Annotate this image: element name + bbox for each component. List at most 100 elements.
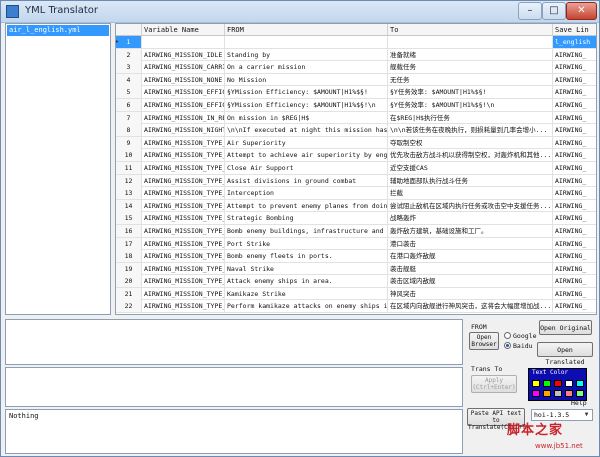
maximize-button[interactable]: □ [542, 2, 566, 20]
to-cell[interactable]: \n\n若该任务在夜晚执行，则损耗量到几率会增小... [388, 124, 553, 137]
save-line-cell[interactable]: AIRWING_ [553, 175, 596, 187]
to-cell[interactable]: 轰炸敌方建筑，基础设施和工厂。 [388, 224, 553, 237]
translation-table[interactable]: Variable Name FROM To Save Lin 1▶ l_engli… [115, 23, 597, 315]
save-line-cell[interactable]: AIRWING_ [553, 200, 596, 212]
google-radio[interactable] [504, 332, 511, 339]
table-row[interactable]: 22AIRWING_MISSION_TYPE_...Perform kamika… [116, 300, 596, 314]
color-swatch[interactable] [576, 380, 584, 387]
from-cell[interactable]: Strategic Bombing [225, 212, 388, 225]
to-cell[interactable]: 舰载任务 [388, 61, 553, 74]
to-cell[interactable]: 优先攻击敌方战斗机以获得制空权，对轰炸机和其他... [388, 149, 553, 162]
from-cell[interactable]: Bomb enemy buildings, infrastructure and… [225, 224, 388, 237]
color-swatch[interactable] [532, 380, 540, 387]
save-line-cell[interactable]: AIRWING_ [553, 288, 596, 300]
variable-name-cell[interactable]: AIRWING_MISSION_TYPE_... [142, 187, 225, 200]
table-row[interactable]: 18AIRWING_MISSION_TYPE_...Bomb enemy fle… [116, 250, 596, 263]
variable-name-cell[interactable]: AIRWING_MISSION_TYPE_... [142, 199, 225, 212]
to-cell[interactable]: 拦截 [388, 187, 553, 200]
table-row[interactable]: 7AIRWING_MISSION_IN_RE...On mission in $… [116, 111, 596, 125]
table-row[interactable]: 10AIRWING_MISSION_TYPE_...Attempt to ach… [116, 149, 596, 162]
to-cell[interactable]: 神风突击 [388, 287, 553, 300]
from-cell[interactable]: Attempt to achieve air superiority by en… [225, 149, 388, 162]
save-line-cell[interactable]: AIRWING_ [553, 99, 596, 111]
table-row[interactable]: 20AIRWING_MISSION_TYPE_...Attack enemy s… [116, 275, 596, 288]
variable-name-cell[interactable]: AIRWING_MISSION_TYPE_... [142, 149, 225, 162]
save-line-cell[interactable]: AIRWING_ [553, 300, 596, 312]
variable-name-cell[interactable]: AIRWING_MISSION_TYPE_... [142, 136, 225, 149]
to-text-area[interactable] [5, 367, 463, 407]
variable-name-cell[interactable]: AIRWING_MISSION_TYPE_CAS [142, 161, 225, 174]
variable-name-cell[interactable]: AIRWING_MISSION_IN_RE... [142, 111, 225, 124]
save-line-cell[interactable]: l_english [553, 36, 596, 48]
save-line-cell[interactable]: AIRWING_ [553, 112, 596, 124]
to-cell[interactable]: 近空支援CAS [388, 161, 553, 174]
header-save-line[interactable]: Save Lin [553, 24, 596, 36]
open-translated-button[interactable]: Open Translated [537, 342, 593, 366]
from-cell[interactable]: Naval Strike [225, 262, 388, 275]
from-cell[interactable]: Air Superiority [225, 136, 388, 149]
color-swatch[interactable] [543, 390, 551, 397]
from-cell[interactable]: Close Air Support [225, 161, 388, 174]
header-num[interactable] [116, 24, 142, 36]
table-row[interactable]: 8AIRWING_MISSION_NIGHT...\n\nIf executed… [116, 124, 596, 137]
to-cell[interactable]: 无任务 [388, 73, 553, 86]
save-line-cell[interactable]: AIRWING_ [553, 225, 596, 237]
from-cell[interactable]: Kamikaze Strike [225, 287, 388, 300]
save-line-cell[interactable]: AIRWING_ [553, 212, 596, 224]
to-cell[interactable]: 港口袭击 [388, 237, 553, 250]
variable-name-cell[interactable]: AIRWING_MISSION_TYPE_... [142, 262, 225, 275]
variable-name-cell[interactable]: AIRWING_MISSION_EFFIC... [142, 86, 225, 99]
to-cell[interactable]: §Y任务效率: $AMOUNT|H1%$§! [388, 86, 553, 99]
table-row[interactable]: 13AIRWING_MISSION_TYPE_...Interception拦截… [116, 187, 596, 200]
save-line-cell[interactable]: AIRWING_ [553, 137, 596, 149]
table-row[interactable]: 15AIRWING_MISSION_TYPE_...Strategic Bomb… [116, 212, 596, 225]
from-cell[interactable]: No Mission [225, 73, 388, 86]
minimize-button[interactable]: – [518, 2, 542, 20]
to-cell[interactable]: 袭击区域内敌舰 [388, 275, 553, 288]
from-cell[interactable]: Bomb enemy fleets in ports. [225, 250, 388, 263]
color-swatch[interactable] [543, 380, 551, 387]
to-cell[interactable]: 在$REG|H$执行任务 [388, 111, 553, 124]
variable-name-cell[interactable] [142, 36, 225, 48]
from-cell[interactable] [225, 36, 388, 48]
from-cell[interactable]: On a carrier mission [225, 61, 388, 74]
from-cell[interactable]: On mission in $REG|H$ [225, 111, 388, 124]
variable-name-cell[interactable]: AIRWING_MISSION_TYPE_... [142, 174, 225, 187]
variable-name-cell[interactable]: AIRWING_MISSION_NIGHT... [142, 124, 225, 137]
to-cell[interactable]: 准备就绪 [388, 48, 553, 61]
to-cell[interactable]: 尝试阻止敌机在区域内执行任务或攻击空中支援任务... [388, 199, 553, 212]
variable-name-cell[interactable]: AIRWING_MISSION_TYPE_... [142, 300, 225, 313]
variable-name-cell[interactable]: AIRWING_MISSION_TYPE_... [142, 287, 225, 300]
save-line-cell[interactable]: AIRWING_ [553, 187, 596, 199]
save-line-cell[interactable]: AIRWING_ [553, 61, 596, 73]
table-row[interactable]: 5AIRWING_MISSION_EFFIC...§YMission Effic… [116, 86, 596, 99]
from-cell[interactable]: Perform kamikaze attacks on enemy ships … [225, 300, 388, 313]
file-list[interactable]: air_l_english.yml [5, 23, 111, 315]
from-cell[interactable]: Attack enemy ships in area. [225, 275, 388, 288]
variable-name-cell[interactable]: AIRWING_MISSION_TYPE_... [142, 275, 225, 288]
variable-name-cell[interactable]: AIRWING_MISSION_CARRI... [142, 61, 225, 74]
save-line-cell[interactable]: AIRWING_ [553, 275, 596, 287]
to-cell[interactable]: 袭击舰艇 [388, 262, 553, 275]
to-cell[interactable] [388, 36, 553, 48]
table-row[interactable]: 12AIRWING_MISSION_TYPE_...Assist divisio… [116, 174, 596, 188]
save-line-cell[interactable]: AIRWING_ [553, 250, 596, 262]
variable-name-cell[interactable]: AIRWING_MISSION_TYPE_... [142, 224, 225, 237]
table-row[interactable]: 21AIRWING_MISSION_TYPE_...Kamikaze Strik… [116, 287, 596, 301]
variable-name-cell[interactable]: AIRWING_MISSION_IDLE [142, 48, 225, 61]
table-row[interactable]: 16AIRWING_MISSION_TYPE_...Bomb enemy bui… [116, 224, 596, 238]
table-row[interactable]: 3AIRWING_MISSION_CARRI...On a carrier mi… [116, 61, 596, 74]
save-line-cell[interactable]: AIRWING_ [553, 74, 596, 86]
from-cell[interactable]: Standing by [225, 48, 388, 61]
to-cell[interactable]: §Y任务效率: $AMOUNT|H1%$§!\n [388, 98, 553, 111]
to-cell[interactable]: 在港口轰炸敌舰 [388, 250, 553, 263]
from-cell[interactable]: Interception [225, 187, 388, 200]
color-swatch[interactable] [565, 380, 573, 387]
to-cell[interactable]: 辅助地面部队执行战斗任务 [388, 174, 553, 187]
from-text-area[interactable] [5, 319, 463, 365]
table-row[interactable]: 19AIRWING_MISSION_TYPE_...Naval Strike袭击… [116, 262, 596, 276]
save-line-cell[interactable]: AIRWING_ [553, 149, 596, 161]
table-row[interactable]: 6AIRWING_MISSION_EFFIC...§YMission Effic… [116, 98, 596, 112]
table-row[interactable]: 1▶ l_english [116, 36, 596, 49]
open-original-button[interactable]: Open Original [539, 320, 592, 335]
